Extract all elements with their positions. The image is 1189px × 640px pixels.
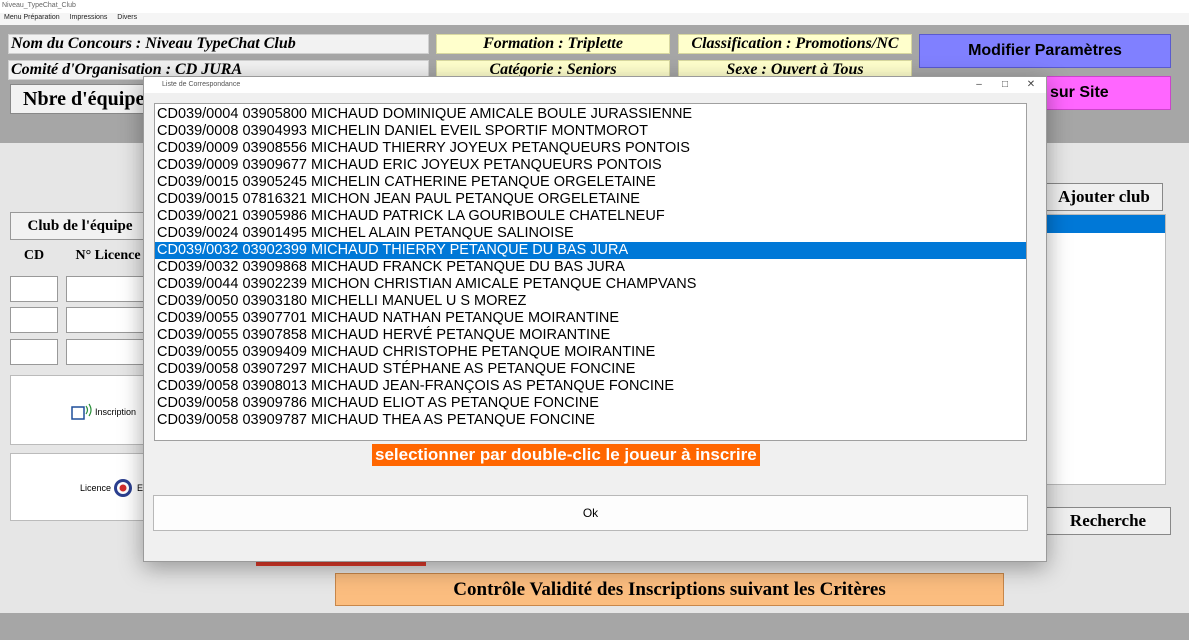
inscription-logo-box[interactable]: Inscription [10,375,150,445]
formation-field: Formation : Triplette [436,34,670,54]
player-row[interactable]: CD039/0009 03908556 MICHAUD THIERRY JOYE… [155,140,1026,157]
player-row[interactable]: CD039/0055 03907701 MICHAUD NATHAN PETAN… [155,310,1026,327]
selection-hint: selectionner par double-clic le joueur à… [372,444,760,466]
modifier-parametres-button[interactable]: Modifier Paramètres [919,34,1171,68]
player-row[interactable]: CD039/0055 03907858 MICHAUD HERVÉ PETANQ… [155,327,1026,344]
dialog-title: Liste de Correspondance [162,81,241,88]
controle-validite-button[interactable]: Contrôle Validité des Inscriptions suiva… [335,573,1004,606]
licence-text: Licence [80,483,112,493]
player-row[interactable]: CD039/0032 03909868 MICHAUD FRANCK PETAN… [155,259,1026,276]
player-row[interactable]: CD039/0058 03907297 MICHAUD STÉPHANE AS … [155,361,1026,378]
cd-input-2[interactable] [10,307,58,333]
player-row[interactable]: CD039/0044 03902239 MICHON CHRISTIAN AMI… [155,276,1026,293]
menu-item-impressions[interactable]: Impressions [70,14,108,21]
red-strip [256,562,426,566]
federation-logo-icon [114,479,132,497]
cd-column-label: CD [23,248,45,263]
player-row[interactable]: CD039/0024 03901495 MICHEL ALAIN PETANQU… [155,225,1026,242]
club-list[interactable] [1045,214,1166,485]
player-row[interactable]: CD039/0058 03909787 MICHAUD THEA AS PETA… [155,412,1026,429]
menu-bar: Menu Préparation Impressions Divers [0,13,1189,25]
player-row[interactable]: CD039/0050 03903180 MICHELLI MANUEL U S … [155,293,1026,310]
classification-field: Classification : Promotions/NC [678,34,912,54]
licence-input-3[interactable] [66,339,150,365]
ok-button[interactable]: Ok [153,495,1028,531]
player-row[interactable]: CD039/0032 03902399 MICHAUD THIERRY PETA… [155,242,1026,259]
ajouter-club-button[interactable]: Ajouter club [1045,183,1163,211]
club-equipe-label: Club de l'équipe [10,212,150,240]
concours-name-field: Nom du Concours : Niveau TypeChat Club [8,34,429,54]
licence-input-1[interactable] [66,276,150,302]
licence-logo-box[interactable]: Licence Et [10,453,150,521]
inscription-text: Inscription [95,407,137,417]
player-row[interactable]: CD039/0009 03909677 MICHAUD ERIC JOYEUX … [155,157,1026,174]
nfc-card-icon [71,403,92,420]
player-row[interactable]: CD039/0055 03909409 MICHAUD CHRISTOPHE P… [155,344,1026,361]
cd-input-3[interactable] [10,339,58,365]
club-list-selected-row[interactable] [1046,215,1165,233]
licence-input-2[interactable] [66,307,150,333]
dialog-title-bar: Liste de Correspondance – □ ✕ [144,77,1046,93]
player-row[interactable]: CD039/0004 03905800 MICHAUD DOMINIQUE AM… [155,106,1026,123]
player-row[interactable]: CD039/0008 03904993 MICHELIN DANIEL EVEI… [155,123,1026,140]
player-row[interactable]: CD039/0015 03905245 MICHELIN CATHERINE P… [155,174,1026,191]
player-row[interactable]: CD039/0058 03909786 MICHAUD ELIOT AS PET… [155,395,1026,412]
cd-input-1[interactable] [10,276,58,302]
player-row[interactable]: CD039/0058 03908013 MICHAUD JEAN-FRANÇOI… [155,378,1026,395]
maximize-icon[interactable]: □ [994,79,1016,90]
menu-item-preparation[interactable]: Menu Préparation [4,14,60,21]
minimize-icon[interactable]: – [968,79,990,90]
close-icon[interactable]: ✕ [1020,79,1042,90]
player-listbox[interactable]: CD039/0004 03905800 MICHAUD DOMINIQUE AM… [154,103,1027,441]
player-row[interactable]: CD039/0021 03905986 MICHAUD PATRICK LA G… [155,208,1026,225]
app-title: Niveau_TypeChat_Club [2,2,76,9]
player-row[interactable]: CD039/0015 07816321 MICHON JEAN PAUL PET… [155,191,1026,208]
menu-item-divers[interactable]: Divers [117,14,137,21]
app-title-bar: Niveau_TypeChat_Club [0,0,1189,13]
correspondance-dialog: Liste de Correspondance – □ ✕ CD039/0004… [143,76,1047,562]
recherche-button[interactable]: Recherche [1045,507,1171,535]
licence-column-label: N° Licence [75,248,141,263]
